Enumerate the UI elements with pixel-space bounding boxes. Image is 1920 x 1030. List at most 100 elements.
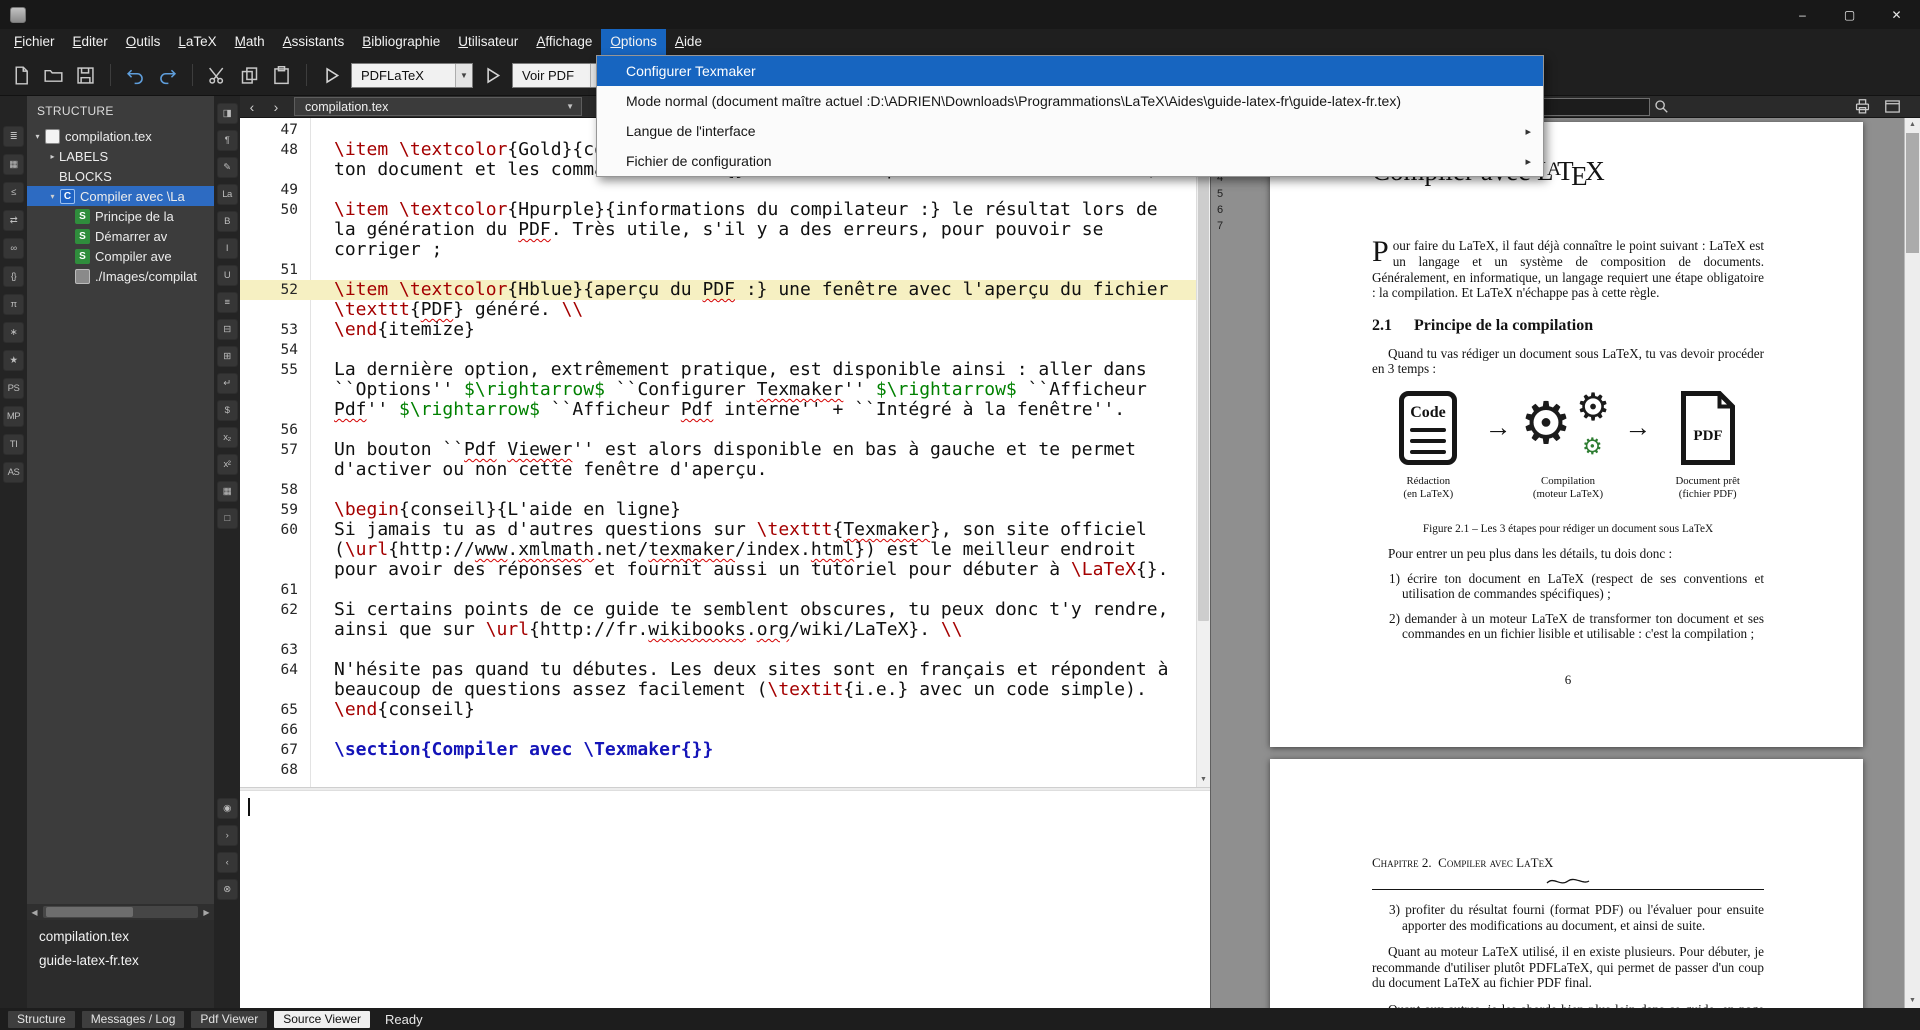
cut-icon[interactable] (205, 63, 230, 88)
menu-item-latex[interactable]: LaTeX (169, 29, 225, 55)
scroll-down-icon[interactable]: ▼ (1197, 773, 1210, 787)
view-select[interactable]: Voir PDF ▼ (512, 63, 608, 88)
misc-math-panel-icon[interactable]: ∞ (3, 238, 24, 259)
code-line[interactable]: \end{conseil} (310, 700, 1196, 720)
italic-icon[interactable]: I (217, 238, 238, 259)
pdf-page-indicator[interactable]: 7 (1217, 220, 1223, 232)
pdf-vscrollbar[interactable]: ▲ ▼ (1904, 118, 1920, 1008)
code-line[interactable] (310, 340, 1196, 360)
tab-next-icon[interactable]: › (264, 97, 288, 117)
minimize-button[interactable]: – (1779, 0, 1826, 29)
superscript-icon[interactable]: x² (217, 454, 238, 475)
subscript-icon[interactable]: x₂ (217, 427, 238, 448)
enumerate-icon[interactable]: ⊞ (217, 346, 238, 367)
code-line[interactable]: Si certains points de ce guide te semble… (310, 600, 1196, 620)
paste-icon[interactable] (269, 63, 294, 88)
scroll-up-icon[interactable]: ▲ (1905, 118, 1920, 132)
messages-log-panel[interactable] (240, 791, 1210, 1008)
menu-item-aide[interactable]: Aide (666, 29, 711, 55)
paragraph-icon[interactable]: ¶ (217, 130, 238, 151)
menu-item-outils[interactable]: Outils (117, 29, 170, 55)
toggle-structure[interactable]: Structure (8, 1011, 75, 1028)
asymptote-panel-icon[interactable]: AS (3, 462, 24, 483)
menu-item-bibliographie[interactable]: Bibliographie (353, 29, 449, 55)
open-file-icon[interactable] (41, 63, 66, 88)
editor-vscrollbar[interactable]: ▲ ▼ (1196, 118, 1210, 787)
vscroll-thumb[interactable] (1198, 133, 1209, 621)
close-button[interactable]: ✕ (1873, 0, 1920, 29)
menu-item-assistants[interactable]: Assistants (274, 29, 354, 55)
underline-icon[interactable]: U (217, 265, 238, 286)
bold-icon[interactable]: B (217, 211, 238, 232)
code-line[interactable]: N'hésite pas quand tu débutes. Les deux … (310, 660, 1196, 680)
metapost-panel-icon[interactable]: MP (3, 406, 24, 427)
hscroll-thumb[interactable] (46, 907, 133, 917)
relations-panel-icon[interactable]: ≤ (3, 182, 24, 203)
close-icon[interactable]: ⊗ (217, 879, 238, 900)
wizard-icon[interactable]: ◨ (217, 103, 238, 124)
menu-item-utilisateur[interactable]: Utilisateur (449, 29, 527, 55)
scroll-down-icon[interactable]: ▼ (1905, 994, 1920, 1008)
prev-icon[interactable]: ‹ (217, 852, 238, 873)
toggle-messages-log[interactable]: Messages / Log (82, 1011, 185, 1028)
open-file-selector[interactable]: compilation.tex ▼ (294, 97, 582, 116)
code-line[interactable] (310, 760, 1196, 780)
tree-item[interactable]: SPrincipe de la (27, 206, 214, 226)
scroll-right-icon[interactable]: ▶ (199, 908, 214, 917)
code-line[interactable]: Pdf'' $\rightarrow$ ``Afficheur Pdf inte… (310, 400, 1196, 420)
edit-icon[interactable]: ✎ (217, 157, 238, 178)
scroll-left-icon[interactable]: ◀ (27, 908, 42, 917)
options-menu-item[interactable]: Langue de l'interface▸ (597, 116, 1543, 146)
print-icon[interactable] (1850, 97, 1874, 117)
pdf-page-indicator[interactable]: 5 (1217, 188, 1223, 200)
tree-item[interactable]: ▾CCompiler avec \La (27, 186, 214, 206)
code-line[interactable]: Si jamais tu as d'autres questions sur \… (310, 520, 1196, 540)
code-line[interactable] (310, 640, 1196, 660)
newline-icon[interactable]: ↵ (217, 373, 238, 394)
favourites-panel-icon[interactable]: ★ (3, 350, 24, 371)
toggle-source-viewer[interactable]: Source Viewer (274, 1011, 370, 1028)
next-icon[interactable]: › (217, 825, 238, 846)
code-line[interactable] (310, 180, 1196, 200)
options-menu-item[interactable]: Mode normal (document maître actuel :D:\… (597, 86, 1543, 116)
toggle-pdf-viewer[interactable]: Pdf Viewer (191, 1011, 267, 1028)
code-line[interactable]: ``Options'' $\rightarrow$ ``Configurer T… (310, 380, 1196, 400)
save-icon[interactable] (73, 63, 98, 88)
new-document-icon[interactable] (9, 63, 34, 88)
matrix-icon[interactable]: ▦ (217, 481, 238, 502)
frame-icon[interactable]: □ (217, 508, 238, 529)
redo-icon[interactable] (155, 63, 180, 88)
tree-item[interactable]: ▸LABELS (27, 146, 214, 166)
open-file-item[interactable]: guide-latex-fr.tex (27, 949, 214, 973)
code-line[interactable] (310, 720, 1196, 740)
code-line[interactable]: \section{Compiler avec \Texmaker{}} (310, 740, 1196, 760)
tab-prev-icon[interactable]: ‹ (240, 97, 264, 117)
options-menu-item[interactable]: Fichier de configuration▸ (597, 146, 1543, 176)
undo-icon[interactable] (123, 63, 148, 88)
search-icon[interactable] (1650, 97, 1674, 117)
menu-item-fichier[interactable]: Fichier (5, 29, 64, 55)
menu-item-affichage[interactable]: Affichage (527, 29, 601, 55)
code-area[interactable]: 4748\item \textcolor{Gold}{code source :… (240, 118, 1196, 787)
pdf-page-indicator[interactable]: 6 (1217, 204, 1223, 216)
menu-item-editer[interactable]: Editer (64, 29, 117, 55)
code-line[interactable]: ainsi que sur \url{http://fr.wikibooks.o… (310, 620, 1196, 640)
code-line[interactable]: \end{itemize} (310, 320, 1196, 340)
tree-item[interactable]: SDémarrer av (27, 226, 214, 246)
code-line[interactable] (310, 480, 1196, 500)
code-line[interactable]: (\url{http://www.xmlmath.net/texmaker/in… (310, 540, 1196, 560)
greek-panel-icon[interactable]: π (3, 294, 24, 315)
code-line[interactable]: la génération du PDF. Très utile, s'il y… (310, 220, 1196, 240)
code-line[interactable]: \texttt{PDF} généré. \\ (310, 300, 1196, 320)
menu-item-math[interactable]: Math (226, 29, 274, 55)
pdf-vscroll-thumb[interactable] (1906, 133, 1919, 253)
tree-item[interactable]: ./Images/compilat (27, 266, 214, 286)
code-line[interactable] (310, 580, 1196, 600)
maximize-button[interactable]: ▢ (1826, 0, 1873, 29)
hscroll-track[interactable] (43, 906, 198, 918)
code-line[interactable]: d'activer ou non cette fenêtre d'aperçu. (310, 460, 1196, 480)
code-line[interactable] (310, 260, 1196, 280)
tikz-panel-icon[interactable]: TI (3, 434, 24, 455)
latex-render-icon[interactable]: La (217, 184, 238, 205)
eye-icon[interactable]: ◉ (217, 798, 238, 819)
